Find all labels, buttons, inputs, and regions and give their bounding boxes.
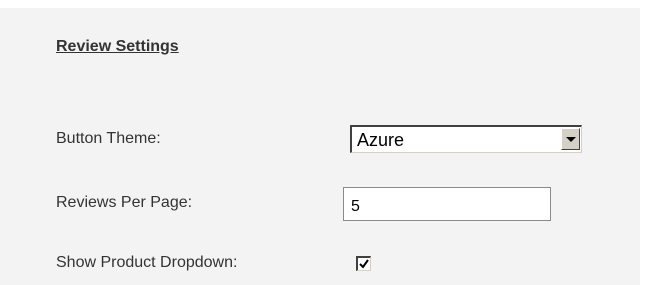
show-product-dropdown-label: Show Product Dropdown: (56, 254, 238, 271)
section-title: Review Settings (56, 38, 179, 55)
chevron-down-icon[interactable] (561, 128, 580, 150)
reviews-per-page-label: Reviews Per Page: (56, 194, 193, 211)
button-theme-label: Button Theme: (56, 130, 161, 147)
reviews-per-page-input[interactable] (343, 187, 551, 221)
button-theme-select[interactable]: Azure (350, 125, 582, 153)
review-settings-panel: Review Settings Button Theme: Azure Revi… (0, 8, 640, 285)
checkmark-icon (359, 259, 369, 269)
show-product-dropdown-checkbox[interactable] (356, 256, 371, 271)
button-theme-selected-value: Azure (357, 130, 405, 150)
